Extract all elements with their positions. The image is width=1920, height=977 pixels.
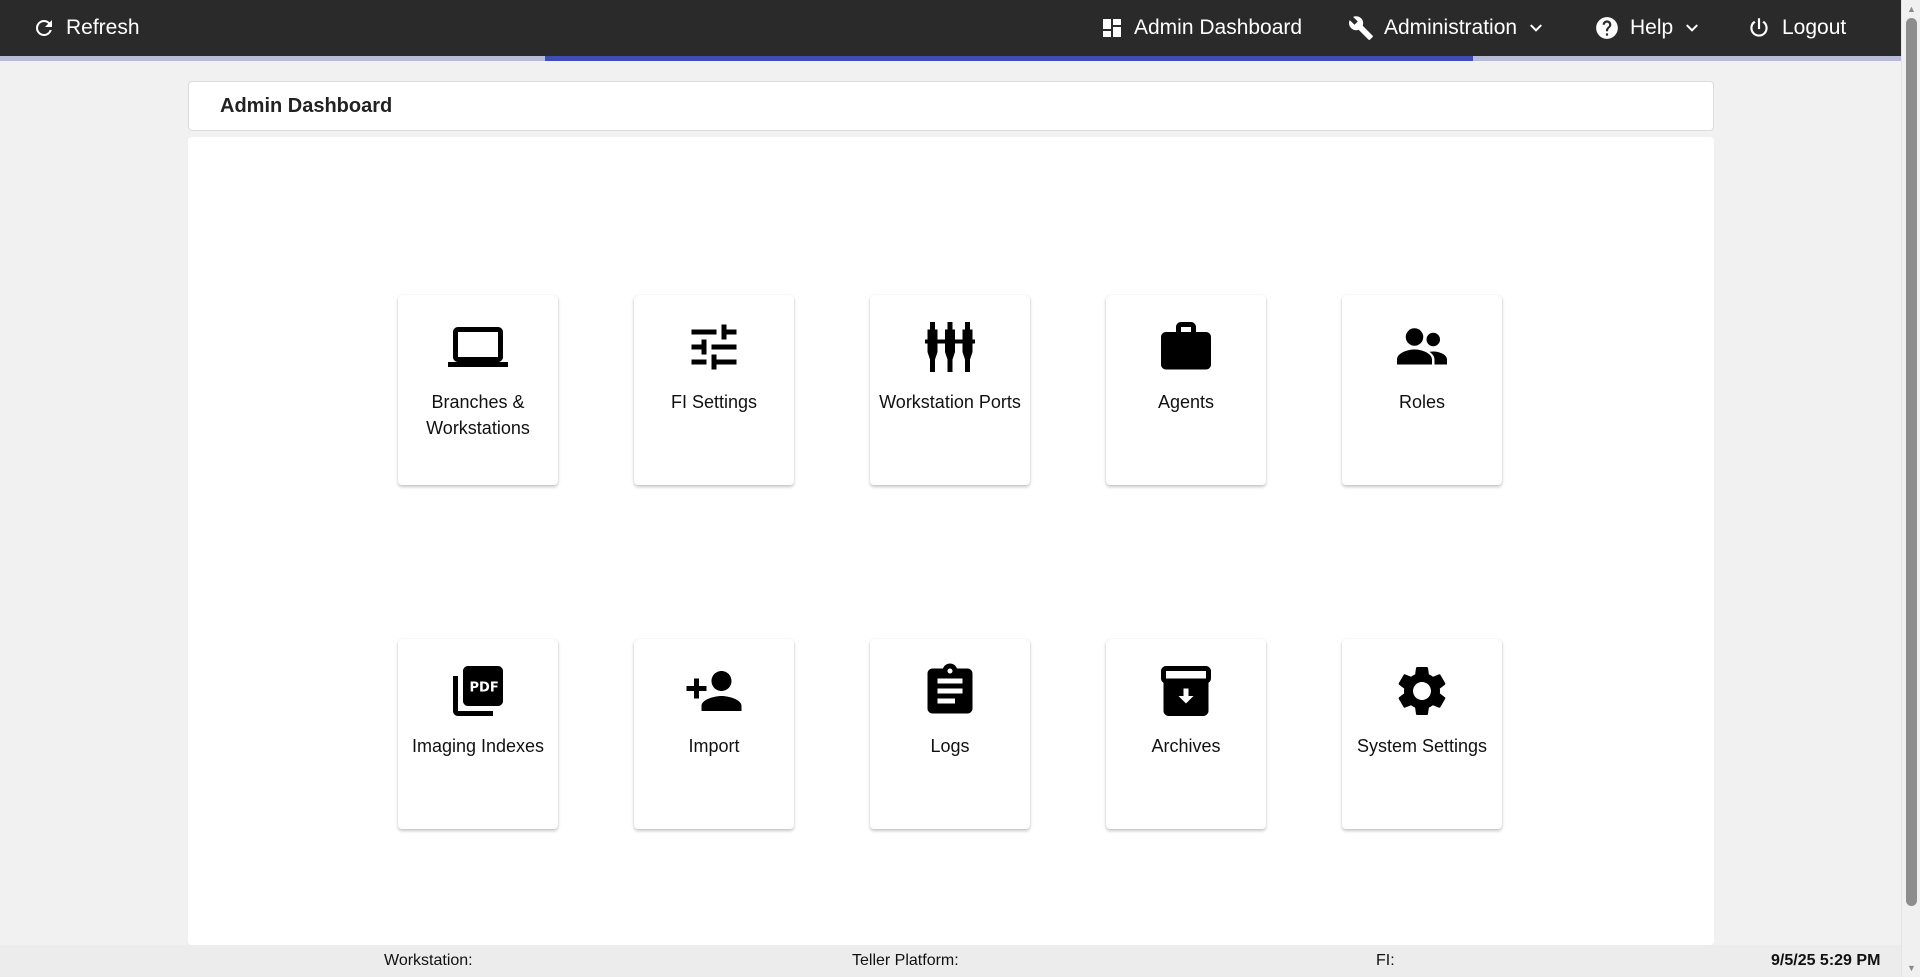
teller-platform-status: Teller Platform: <box>852 952 959 969</box>
briefcase-icon <box>1156 317 1216 377</box>
power-icon <box>1750 18 1768 37</box>
people-icon <box>1392 317 1452 377</box>
help-menu[interactable]: Help <box>1594 0 1699 56</box>
wrench-icon <box>1349 16 1373 40</box>
tile-roles[interactable]: Roles <box>1342 295 1502 485</box>
tile-label: Archives <box>1151 736 1221 756</box>
tile-label: FI Settings <box>670 392 758 412</box>
logout-button[interactable]: Logout <box>1746 0 1846 56</box>
tile-system-settings[interactable]: System Settings <box>1342 639 1502 829</box>
administration-menu[interactable]: Administration <box>1348 0 1543 56</box>
tile-imaging-indexes[interactable]: PDF Imaging Indexes <box>398 639 558 829</box>
top-navigation-bar: Refresh Admin Dashboard Administration H… <box>0 0 1901 56</box>
tile-label: Import <box>688 736 740 756</box>
page-title: Admin Dashboard <box>220 94 393 117</box>
vertical-scrollbar[interactable]: ▲ ▼ <box>1901 0 1920 977</box>
tile-label: Roles <box>1398 392 1446 412</box>
tile-label: Agents <box>1157 392 1215 412</box>
help-label: Help <box>1630 16 1674 39</box>
status-bar: Workstation: Teller Platform: FI: 9/5/25… <box>0 945 1901 977</box>
person-add-icon <box>684 661 744 721</box>
dashboard-panel: Branches & Workstations FI Settings Work… <box>188 137 1714 945</box>
dashboard-icon <box>1103 19 1121 37</box>
tile-label: Branches & Workstations <box>426 392 530 438</box>
tile-archives[interactable]: Archives <box>1106 639 1266 829</box>
refresh-icon <box>36 20 52 36</box>
nav-indicator-track <box>0 56 1901 61</box>
fi-status: FI: <box>1376 952 1395 969</box>
pdf-icon: PDF <box>448 661 508 721</box>
admin-dashboard-label: Admin Dashboard <box>1134 16 1303 39</box>
tile-label: Workstation Ports <box>879 392 1021 412</box>
chevron-down-icon <box>1530 24 1543 32</box>
administration-label: Administration <box>1384 16 1518 39</box>
admin-dashboard-nav[interactable]: Admin Dashboard <box>1100 0 1302 56</box>
refresh-label: Refresh <box>66 16 140 39</box>
scroll-down-arrow-icon[interactable]: ▼ <box>1902 960 1920 976</box>
help-icon <box>1596 17 1618 39</box>
page-header: Admin Dashboard <box>188 81 1714 131</box>
tile-branches-workstations[interactable]: Branches & Workstations <box>398 295 558 485</box>
tile-fi-settings[interactable]: FI Settings <box>634 295 794 485</box>
ports-icon <box>920 317 980 377</box>
active-nav-indicator <box>545 56 1473 61</box>
tile-label: Logs <box>930 736 970 756</box>
gear-icon <box>1392 661 1452 721</box>
datetime-display: 9/5/25 5:29 PM <box>1771 952 1881 969</box>
scroll-up-arrow-icon[interactable]: ▲ <box>1902 1 1920 17</box>
tile-agents[interactable]: Agents <box>1106 295 1266 485</box>
chevron-down-icon <box>1686 24 1699 32</box>
tile-import[interactable]: Import <box>634 639 794 829</box>
archive-icon <box>1156 661 1216 721</box>
workstation-status: Workstation: <box>384 952 473 969</box>
laptop-icon <box>448 317 508 377</box>
tile-label: System Settings <box>1356 736 1488 756</box>
logout-label: Logout <box>1782 16 1847 39</box>
tune-icon <box>684 317 744 377</box>
scrollbar-thumb[interactable] <box>1906 18 1917 906</box>
svg-text:PDF: PDF <box>470 681 499 696</box>
tile-label: Imaging Indexes <box>411 736 545 756</box>
tile-workstation-ports[interactable]: Workstation Ports <box>870 295 1030 485</box>
tile-logs[interactable]: Logs <box>870 639 1030 829</box>
clipboard-icon <box>920 661 980 721</box>
refresh-button[interactable]: Refresh <box>32 0 140 56</box>
